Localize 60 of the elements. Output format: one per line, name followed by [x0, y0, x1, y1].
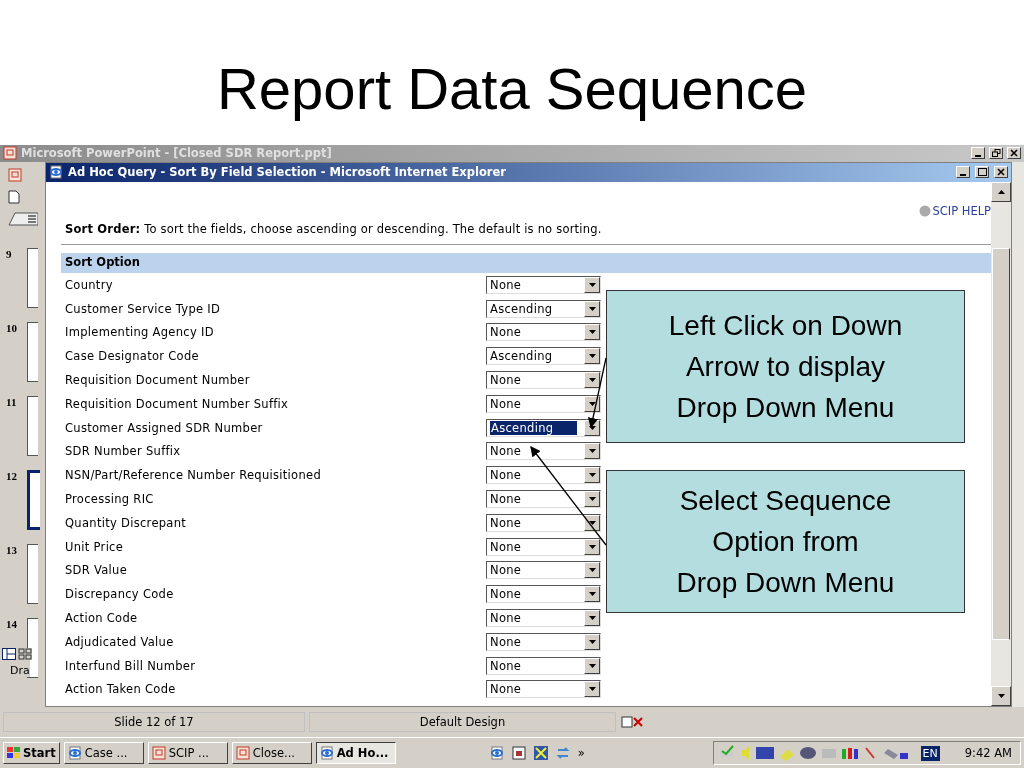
design-name: Default Design: [309, 712, 616, 733]
field-label: Unit Price: [65, 539, 125, 554]
slide-number: 14: [6, 617, 18, 630]
field-label: Quantity Discrepant: [65, 515, 188, 530]
sort-dropdown[interactable]: None: [486, 489, 601, 508]
overflow-chevron[interactable]: »: [577, 746, 585, 761]
sort-dropdown[interactable]: None: [486, 370, 601, 389]
field-label: Processing RIC: [65, 491, 155, 506]
sort-dropdown[interactable]: Ascending: [486, 418, 601, 437]
slide-number: 10: [6, 321, 18, 334]
taskbar-button[interactable]: Case ...: [63, 742, 144, 765]
field-label: SDR Value: [65, 563, 129, 578]
callout-note: Left Click on Down Arrow to display Drop Down Menu: [606, 290, 965, 443]
field-label: Customer Assigned SDR Number: [65, 420, 264, 435]
sort-dropdown[interactable]: None: [486, 394, 601, 413]
field-label: Case Designator Code: [65, 349, 200, 364]
slide-title: Report Data Sequence: [216, 55, 808, 122]
slide-number: 13: [6, 543, 18, 556]
field-label: Requisition Document Number: [65, 372, 251, 387]
field-label: Action Code: [65, 610, 139, 625]
sort-dropdown[interactable]: None: [486, 442, 601, 461]
language-indicator[interactable]: EN: [920, 745, 940, 761]
field-label: Requisition Document Number Suffix: [65, 396, 290, 411]
callout-note: Select Sequence Option from Drop Down Menu: [606, 470, 965, 613]
slide-counter: Slide 12 of 17: [3, 712, 305, 733]
field-label: NSN/Part/Reference Number Requisitioned: [65, 468, 322, 483]
field-label: Implementing Agency ID: [65, 325, 215, 340]
sort-dropdown[interactable]: Ascending: [486, 347, 601, 366]
sort-dropdown[interactable]: None: [486, 656, 601, 675]
sort-dropdown[interactable]: None: [486, 537, 601, 556]
taskbar-button[interactable]: Close...: [231, 742, 312, 765]
sort-dropdown[interactable]: None: [486, 585, 601, 604]
sort-dropdown[interactable]: None: [486, 608, 601, 627]
sort-dropdown[interactable]: None: [486, 275, 601, 294]
window-title: Ad Hoc Query - Sort By Field Selection - Microsoft Internet Explorer: [68, 165, 506, 180]
section-header: Sort Option: [61, 252, 991, 273]
sort-dropdown[interactable]: None: [486, 680, 601, 699]
help-link[interactable]: SCIP HELP: [932, 203, 991, 218]
field-label: Action Taken Code: [65, 682, 177, 697]
window-title: Microsoft PowerPoint - [Closed SDR Report.ppt]: [21, 146, 332, 161]
clock: 9:42 AM: [964, 746, 1012, 761]
start-button[interactable]: Start: [3, 742, 60, 765]
sort-dropdown[interactable]: Ascending: [486, 299, 601, 318]
sort-dropdown[interactable]: None: [486, 632, 601, 651]
field-label: SDR Number Suffix: [65, 444, 182, 459]
slide-number: 12: [6, 469, 18, 482]
field-label: Adjudicated Value: [65, 634, 175, 649]
field-label: Country: [65, 277, 114, 292]
slide-number: 11: [6, 395, 18, 408]
field-label: Discrepancy Code: [65, 587, 175, 602]
sort-dropdown[interactable]: None: [486, 513, 601, 532]
sort-dropdown[interactable]: None: [486, 323, 601, 342]
field-label: Interfund Bill Number: [65, 658, 197, 673]
slide-number: 9: [6, 247, 13, 260]
sort-dropdown[interactable]: None: [486, 466, 601, 485]
taskbar-button[interactable]: Ad Ho...: [315, 742, 396, 765]
sort-dropdown[interactable]: None: [486, 561, 601, 580]
instructions-text: Sort Order: To sort the fields, choose ascending or descending. The default is no sorting.: [61, 217, 991, 245]
field-label: Customer Service Type ID: [65, 301, 222, 316]
taskbar-button[interactable]: SCIP ...: [147, 742, 228, 765]
